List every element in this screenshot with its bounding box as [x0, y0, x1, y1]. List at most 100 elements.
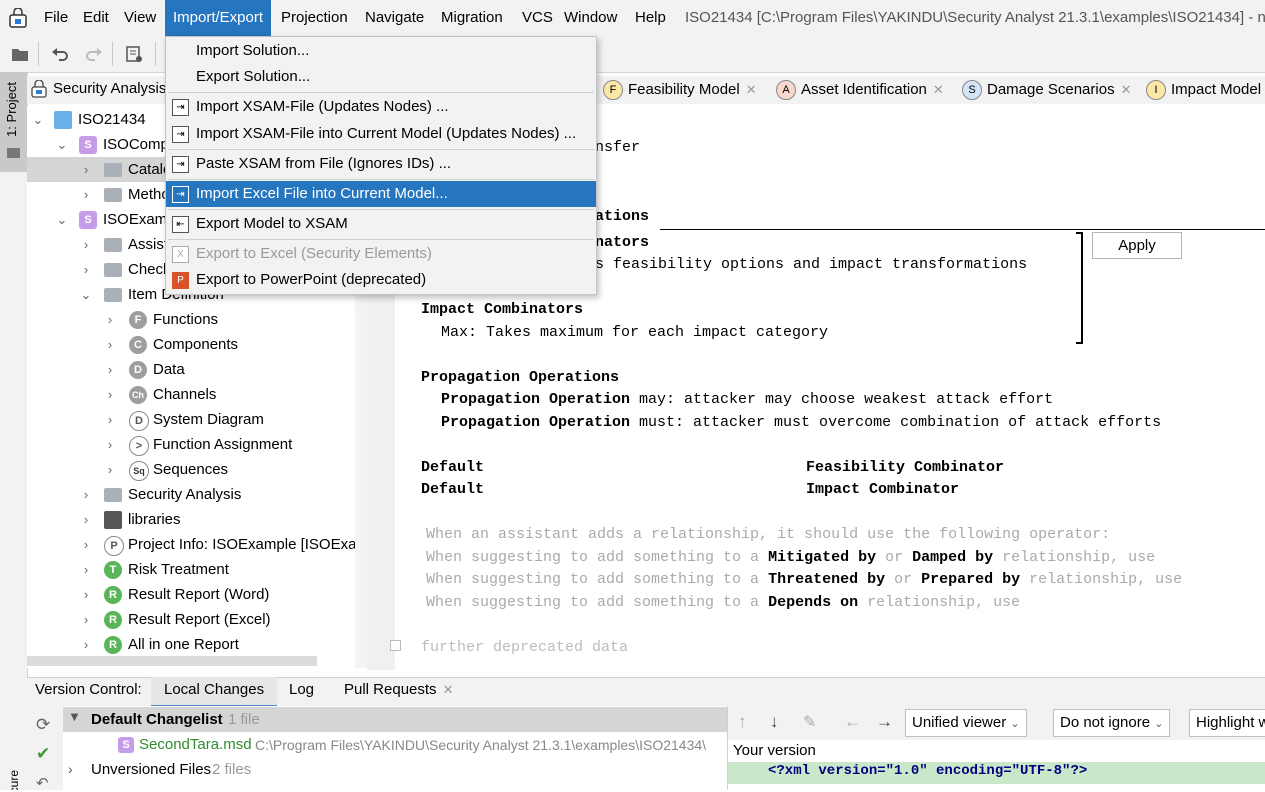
- chevron-right-icon[interactable]: ›: [79, 532, 93, 557]
- unversioned-files[interactable]: Unversioned Files: [91, 761, 211, 778]
- viewer-dropdown[interactable]: Unified viewer ⌄: [905, 709, 1027, 737]
- menu-window[interactable]: Window: [556, 0, 625, 36]
- tree-label: Data: [153, 361, 185, 378]
- chevron-right-icon[interactable]: ›: [79, 257, 93, 282]
- chevron-down-icon[interactable]: ⌄: [55, 207, 69, 232]
- tree-item-result-report-word[interactable]: › R Result Report (Word): [27, 582, 355, 607]
- changed-file[interactable]: SecondTara.msd: [139, 736, 252, 753]
- rollback-icon[interactable]: ↶: [36, 774, 49, 792]
- code-keyword: Mitigated by: [768, 549, 877, 566]
- tree-item-result-report-excel[interactable]: › R Result Report (Excel): [27, 607, 355, 632]
- tab-asset-identification[interactable]: A Asset Identification ✕: [776, 76, 944, 104]
- refresh-icon[interactable]: ⟳: [36, 715, 50, 735]
- tab-log[interactable]: Log: [289, 677, 314, 705]
- chevron-down-icon[interactable]: ⌄: [31, 107, 45, 132]
- chevron-right-icon[interactable]: ›: [103, 382, 117, 407]
- solution-icon: S: [79, 211, 97, 229]
- tree-item-system-diagram[interactable]: › D System Diagram: [27, 407, 355, 432]
- tab-label: Damage Scenarios: [987, 81, 1115, 98]
- structure-tool-tab[interactable]: cure: [3, 770, 25, 790]
- chevron-right-icon[interactable]: ›: [103, 357, 117, 382]
- tree-item-risk-treatment[interactable]: › T Risk Treatment: [27, 557, 355, 582]
- chevron-right-icon[interactable]: ›: [79, 632, 93, 657]
- tree-item-functions[interactable]: › F Functions: [27, 307, 355, 332]
- arrow-left-icon[interactable]: ←: [844, 712, 861, 732]
- menu-view[interactable]: View: [116, 0, 164, 36]
- tree-item-sequences[interactable]: › Sq Sequences: [27, 457, 355, 482]
- chevron-right-icon[interactable]: ›: [79, 607, 93, 632]
- chevron-down-icon[interactable]: ⌄: [55, 132, 69, 157]
- menu-import-solution[interactable]: Import Solution...: [166, 38, 596, 64]
- chevron-right-icon[interactable]: ›: [79, 507, 93, 532]
- tab-impact-model[interactable]: I Impact Model: [1146, 76, 1261, 104]
- menu-file[interactable]: File: [36, 0, 76, 36]
- menu-export-solution[interactable]: Export Solution...: [166, 64, 596, 90]
- tree-item-function-assignment[interactable]: › > Function Assignment: [27, 432, 355, 457]
- arrow-right-icon[interactable]: →: [876, 712, 893, 732]
- tree-horizontal-scrollbar[interactable]: [27, 656, 317, 666]
- close-icon[interactable]: ✕: [443, 682, 454, 697]
- ignore-dropdown[interactable]: Do not ignore ⌄: [1053, 709, 1171, 737]
- chevron-right-icon[interactable]: ›: [103, 407, 117, 432]
- tree-item-libraries[interactable]: › libraries: [27, 507, 355, 532]
- arrow-up-icon[interactable]: ↑: [738, 712, 747, 732]
- chevron-down-icon[interactable]: ⌄: [79, 282, 93, 307]
- import-icon: ⇥: [172, 156, 189, 173]
- chevron-right-icon[interactable]: ›: [103, 332, 117, 357]
- tree-item-security-analysis[interactable]: › Security Analysis: [27, 482, 355, 507]
- chevron-right-icon[interactable]: ›: [79, 182, 93, 207]
- close-icon[interactable]: ✕: [1121, 82, 1132, 97]
- menu-migration[interactable]: Migration: [433, 0, 511, 36]
- menu-export-excel[interactable]: X Export to Excel (Security Elements): [166, 241, 596, 267]
- tab-local-changes[interactable]: Local Changes: [151, 677, 278, 708]
- highlight-dropdown[interactable]: Highlight w: [1189, 709, 1265, 737]
- tree-item-channels[interactable]: › Ch Channels: [27, 382, 355, 407]
- chevron-right-icon[interactable]: ›: [79, 482, 93, 507]
- close-icon[interactable]: ✕: [746, 82, 757, 97]
- tree-item-project-info[interactable]: › P Project Info: ISOExample [ISOExamp: [27, 532, 355, 557]
- tab-feasibility-model[interactable]: F Feasibility Model ✕: [603, 76, 757, 104]
- menu-import-excel[interactable]: ⇥ Import Excel File into Current Model...: [166, 181, 596, 207]
- commit-check-icon[interactable]: ✔: [36, 744, 50, 764]
- edit-icon[interactable]: ✎: [803, 712, 816, 732]
- checklist-icon[interactable]: [122, 42, 146, 66]
- tree-item-data[interactable]: › D Data: [27, 357, 355, 382]
- tab-damage-scenarios[interactable]: S Damage Scenarios ✕: [962, 76, 1131, 104]
- menu-navigate[interactable]: Navigate: [357, 0, 432, 36]
- menu-vcs[interactable]: VCS: [514, 0, 561, 36]
- code-text: may: attacker may choose weakest attack …: [630, 391, 1054, 408]
- tab-pull-requests[interactable]: Pull Requests ✕: [344, 677, 453, 705]
- menu-import-xsam-current[interactable]: ⇥ Import XSAM-File into Current Model (Up…: [166, 121, 596, 147]
- open-folder-icon[interactable]: [8, 42, 32, 66]
- apply-button[interactable]: Apply: [1092, 232, 1182, 259]
- chevron-right-icon[interactable]: ›: [103, 307, 117, 332]
- project-tool-tab[interactable]: 1: Project: [0, 72, 27, 172]
- code-line: nators: [595, 234, 650, 251]
- close-icon[interactable]: ✕: [933, 82, 944, 97]
- redo-icon[interactable]: [82, 42, 106, 66]
- menu-export-xsam[interactable]: ⇤ Export Model to XSAM: [166, 211, 596, 237]
- chevron-down-icon[interactable]: ▼: [68, 709, 81, 724]
- chevron-right-icon[interactable]: ›: [79, 232, 93, 257]
- chevron-right-icon[interactable]: ›: [103, 432, 117, 457]
- menu-import-xsam[interactable]: ⇥ Import XSAM-File (Updates Nodes) ...: [166, 94, 596, 120]
- undo-icon[interactable]: [48, 42, 72, 66]
- menu-paste-xsam[interactable]: ⇥ Paste XSAM from File (Ignores IDs) ...: [166, 151, 596, 177]
- arrow-down-icon[interactable]: ↓: [770, 712, 779, 732]
- tree-item-all-in-one-report[interactable]: › R All in one Report: [27, 632, 355, 657]
- tree-item-components[interactable]: › C Components: [27, 332, 355, 357]
- code-keyword: Impact Combinator: [806, 481, 960, 498]
- chevron-right-icon[interactable]: ›: [79, 557, 93, 582]
- menu-export-powerpoint[interactable]: P Export to PowerPoint (deprecated): [166, 267, 596, 293]
- menu-projection[interactable]: Projection: [273, 0, 356, 36]
- menu-edit[interactable]: Edit: [75, 0, 117, 36]
- menu-help[interactable]: Help: [627, 0, 674, 36]
- fold-icon[interactable]: [390, 640, 401, 651]
- code-line: When suggesting to add something to a Mi…: [426, 549, 1155, 566]
- chevron-right-icon[interactable]: ›: [103, 457, 117, 482]
- menu-import-export[interactable]: Import/Export: [165, 0, 272, 36]
- chevron-right-icon[interactable]: ›: [68, 761, 73, 777]
- project-panel-title[interactable]: Security Analysis: [53, 80, 166, 97]
- chevron-right-icon[interactable]: ›: [79, 582, 93, 607]
- chevron-right-icon[interactable]: ›: [79, 157, 93, 182]
